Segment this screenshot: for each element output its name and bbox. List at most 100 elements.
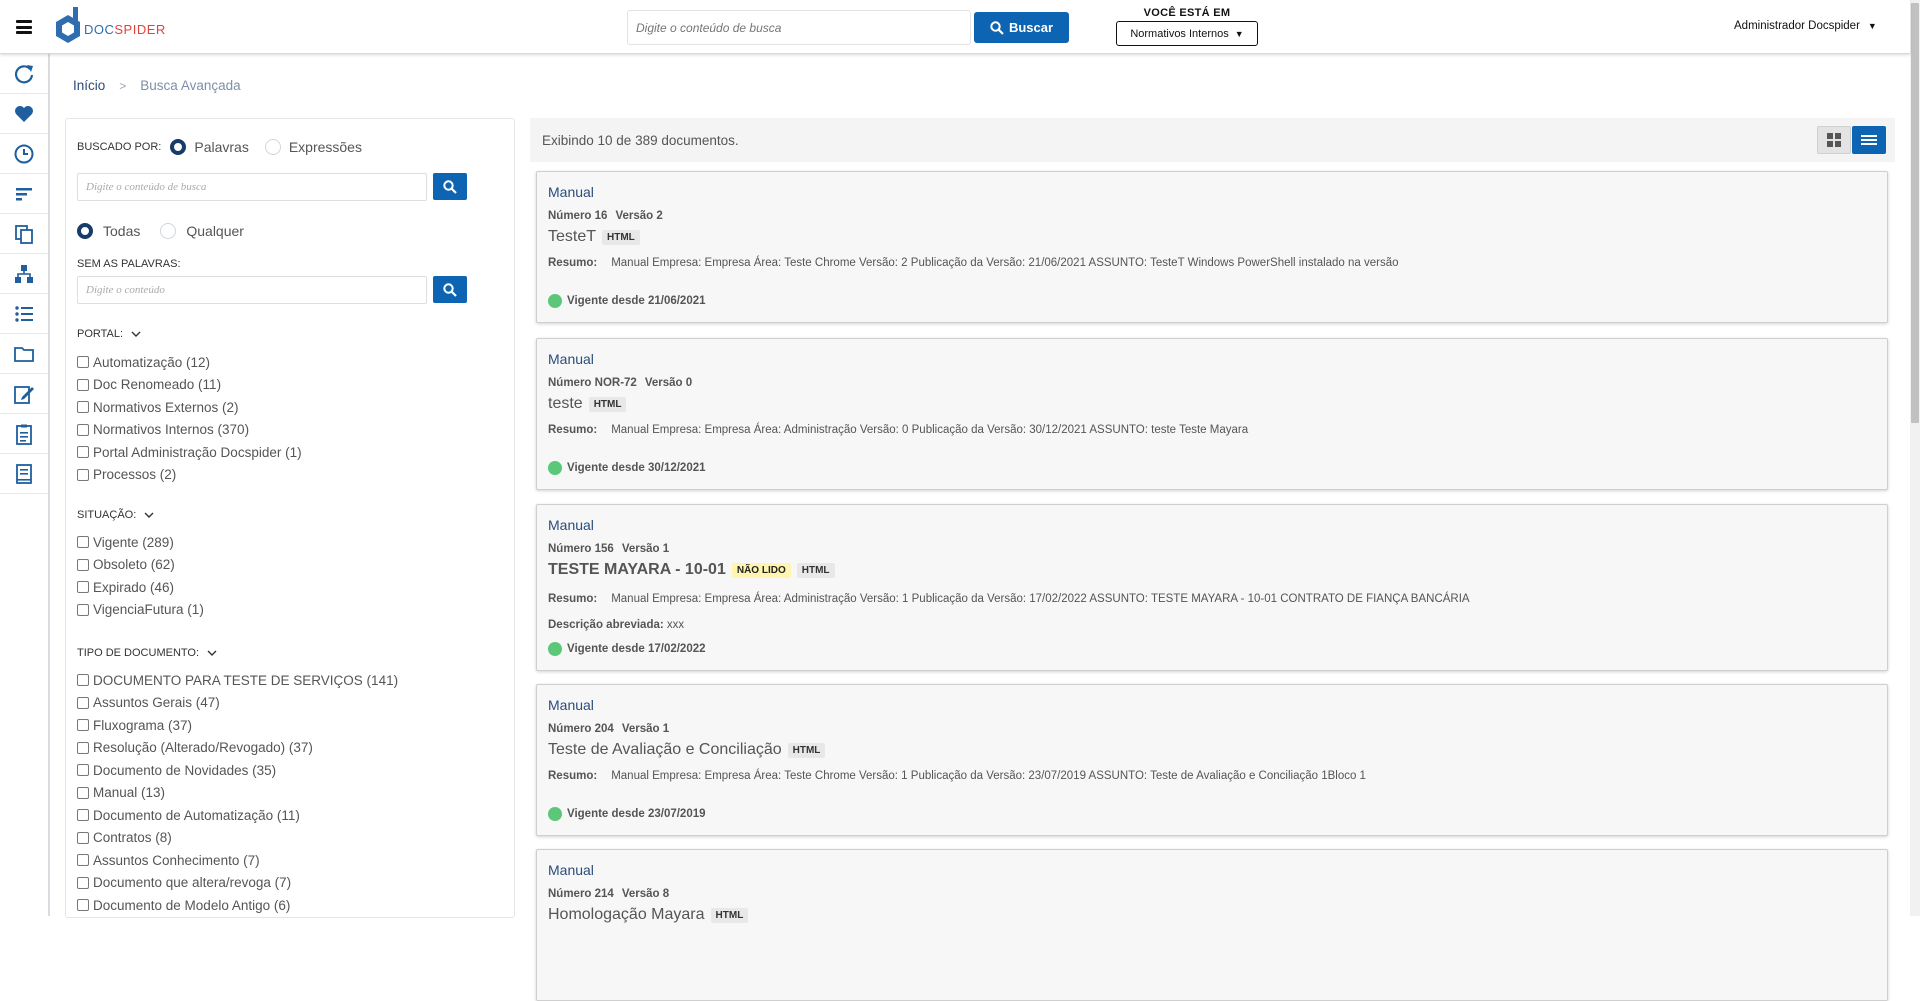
rail-sort[interactable] bbox=[0, 174, 48, 214]
card-title[interactable]: TesteT bbox=[548, 228, 596, 246]
portal-item[interactable]: Processos (2) bbox=[77, 464, 302, 487]
card-title[interactable]: Teste de Avaliação e Conciliação bbox=[548, 741, 782, 759]
tipo-checkbox[interactable] bbox=[77, 741, 89, 754]
without-words-search-button[interactable] bbox=[433, 276, 467, 303]
tipo-item[interactable]: DOCUMENTO PARA TESTE DE SERVIÇOS (141) bbox=[77, 669, 398, 692]
situacao-item[interactable]: Obsoleto (62) bbox=[77, 554, 204, 577]
tipo-item-label: Resolução (Alterado/Revogado) (37) bbox=[93, 740, 313, 756]
grid-view-button[interactable] bbox=[1817, 126, 1851, 154]
tipo-item[interactable]: Manual (13) bbox=[77, 782, 398, 805]
docspider-logo[interactable]: DOCSPIDER bbox=[54, 7, 166, 45]
rail-book[interactable] bbox=[0, 454, 48, 494]
tipo-item[interactable]: Fluxograma (37) bbox=[77, 714, 398, 737]
portal-item[interactable]: Normativos Internos (370) bbox=[77, 419, 302, 442]
rail-list[interactable] bbox=[0, 294, 48, 334]
tipo-section-toggle[interactable]: TIPO DE DOCUMENTO: bbox=[77, 647, 217, 659]
portal-item[interactable]: Normativos Externos (2) bbox=[77, 396, 302, 419]
filter-search-input[interactable]: Digite o conteúdo de busca bbox=[77, 173, 427, 201]
portal-checkbox[interactable] bbox=[77, 401, 89, 414]
search-button[interactable]: Buscar bbox=[974, 12, 1069, 43]
tipo-item[interactable]: Documento que altera/revoga (7) bbox=[77, 872, 398, 895]
top-search-input[interactable] bbox=[628, 11, 958, 44]
list-view-button[interactable] bbox=[1852, 126, 1886, 154]
tipo-item[interactable]: Documento de Modelo Antigo (6) bbox=[77, 894, 398, 917]
card-title-row[interactable]: Teste de Avaliação e Conciliação HTML bbox=[548, 741, 826, 759]
portal-checkbox[interactable] bbox=[77, 356, 89, 369]
situacao-item[interactable]: Vigente (289) bbox=[77, 531, 204, 554]
tipo-checkbox[interactable] bbox=[77, 719, 89, 732]
list-view-icon bbox=[1861, 135, 1877, 145]
situacao-checkbox[interactable] bbox=[77, 536, 89, 549]
tipo-item[interactable]: Documento de Automatização (11) bbox=[77, 804, 398, 827]
tipo-checkbox[interactable] bbox=[77, 674, 89, 687]
tipo-checkbox[interactable] bbox=[77, 876, 89, 889]
tipo-item[interactable]: Contratos (8) bbox=[77, 827, 398, 850]
card-doc-type[interactable]: Manual bbox=[548, 862, 594, 878]
radio-any-label: Qualquer bbox=[186, 223, 244, 239]
location-dropdown[interactable]: Normativos Internos ▼ bbox=[1116, 21, 1258, 46]
portal-checkbox[interactable] bbox=[77, 423, 89, 436]
rail-favorites[interactable] bbox=[0, 94, 48, 134]
portal-item[interactable]: Portal Administração Docspider (1) bbox=[77, 441, 302, 464]
radio-expressions[interactable] bbox=[264, 139, 281, 155]
portal-checkbox[interactable] bbox=[77, 378, 89, 391]
scrollbar-thumb[interactable] bbox=[1911, 3, 1919, 423]
tipo-item-label: Documento de Modelo Antigo (6) bbox=[93, 897, 291, 913]
tipo-checkbox[interactable] bbox=[77, 831, 89, 844]
card-doc-type[interactable]: Manual bbox=[548, 351, 594, 367]
page-scrollbar[interactable] bbox=[1910, 0, 1920, 916]
radio-all[interactable] bbox=[77, 223, 93, 239]
card-title[interactable]: TESTE MAYARA - 10-01 bbox=[548, 561, 726, 579]
card-doc-type[interactable]: Manual bbox=[548, 517, 594, 533]
card-doc-type[interactable]: Manual bbox=[548, 184, 594, 200]
rail-clipboard[interactable] bbox=[0, 414, 48, 454]
tipo-checkbox[interactable] bbox=[77, 854, 89, 867]
filter-search-button[interactable] bbox=[433, 173, 467, 200]
card-doc-type[interactable]: Manual bbox=[548, 697, 594, 713]
card-title-row[interactable]: TesteT HTML bbox=[548, 228, 640, 246]
rail-refresh[interactable] bbox=[0, 54, 48, 94]
portal-checkbox[interactable] bbox=[77, 468, 89, 481]
card-version: Versão 2 bbox=[615, 210, 663, 222]
situacao-item[interactable]: VigenciaFutura (1) bbox=[77, 599, 204, 622]
card-title-row[interactable]: teste HTML bbox=[548, 395, 627, 413]
tipo-item[interactable]: Assuntos Gerais (47) bbox=[77, 692, 398, 715]
rail-documents[interactable] bbox=[0, 214, 48, 254]
situacao-checkbox[interactable] bbox=[77, 603, 89, 616]
hamburger-menu-icon[interactable] bbox=[16, 20, 32, 34]
rail-folders[interactable] bbox=[0, 334, 48, 374]
top-search-field[interactable] bbox=[627, 10, 971, 45]
tipo-item[interactable]: Assuntos Conhecimento (7) bbox=[77, 849, 398, 872]
tipo-item-label: Manual (13) bbox=[93, 785, 166, 801]
tipo-checkbox[interactable] bbox=[77, 764, 89, 777]
portal-item-label: Processos (2) bbox=[93, 467, 177, 483]
without-words-input[interactable]: Digite o conteúdo bbox=[77, 276, 427, 304]
rail-edit[interactable] bbox=[0, 374, 48, 414]
card-title[interactable]: teste bbox=[548, 395, 583, 413]
situacao-checkbox[interactable] bbox=[77, 558, 89, 571]
card-title-row[interactable]: TESTE MAYARA - 10-01 NÃO LIDO HTML bbox=[548, 561, 835, 579]
results-panel: Exibindo 10 de 389 documentos. Manual Núm… bbox=[530, 118, 1895, 1001]
portal-item[interactable]: Doc Renomeado (11) bbox=[77, 374, 302, 397]
breadcrumb-home-link[interactable]: Início bbox=[73, 78, 105, 93]
situacao-item[interactable]: Expirado (46) bbox=[77, 576, 204, 599]
situacao-section-toggle[interactable]: SITUAÇÃO: bbox=[77, 509, 154, 521]
tipo-item[interactable]: Resolução (Alterado/Revogado) (37) bbox=[77, 737, 398, 760]
situacao-checkbox[interactable] bbox=[77, 581, 89, 594]
rail-hierarchy[interactable] bbox=[0, 254, 48, 294]
tipo-checkbox[interactable] bbox=[77, 786, 89, 799]
tipo-item[interactable]: Documento de Novidades (35) bbox=[77, 759, 398, 782]
tipo-checkbox[interactable] bbox=[77, 809, 89, 822]
rail-history[interactable] bbox=[0, 134, 48, 174]
card-title-row[interactable]: Homologação Mayara HTML bbox=[548, 906, 749, 924]
tipo-checkbox[interactable] bbox=[77, 696, 89, 709]
portal-section-toggle[interactable]: PORTAL: bbox=[77, 328, 141, 340]
portal-item[interactable]: Automatização (12) bbox=[77, 351, 302, 374]
user-menu[interactable]: Administrador Docspider ▼ bbox=[1734, 20, 1877, 32]
tipo-checkbox[interactable] bbox=[77, 899, 89, 912]
radio-any[interactable] bbox=[160, 223, 177, 239]
radio-words[interactable] bbox=[170, 139, 187, 155]
card-title[interactable]: Homologação Mayara bbox=[548, 906, 705, 924]
format-badge: HTML bbox=[602, 229, 640, 245]
portal-checkbox[interactable] bbox=[77, 446, 89, 459]
